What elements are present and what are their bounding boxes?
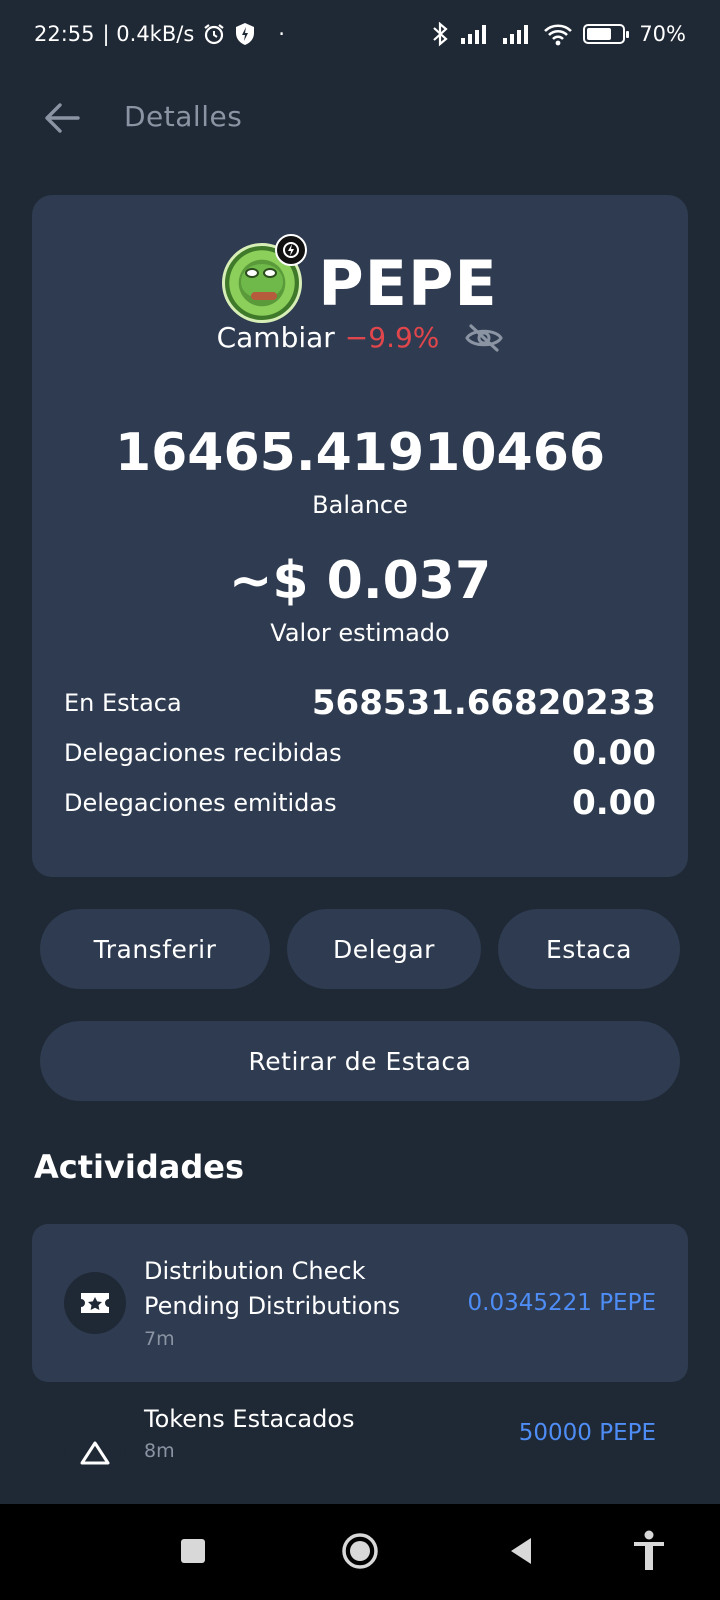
stat-value: 0.00 [572, 783, 656, 823]
shield-icon [234, 22, 256, 46]
ticket-star-icon [64, 1272, 126, 1334]
activity-title: Tokens Estacados [144, 1405, 355, 1433]
token-header: PEPE [32, 234, 688, 323]
circle-icon [342, 1533, 378, 1569]
activity-title: Distribution Check [144, 1257, 366, 1285]
pepe-logo [222, 234, 308, 323]
token-symbol: PEPE [318, 246, 498, 320]
balance-label: Balance [312, 491, 408, 519]
arrow-left-icon [45, 103, 80, 133]
activity-time: 7m [144, 1328, 175, 1350]
stake-button[interactable]: Estaca [498, 909, 680, 989]
stat-row-delegations-received: Delegaciones recibidas 0.00 [64, 733, 656, 773]
status-bar: 22:55 | 0.4kB/s · 70% [0, 0, 720, 68]
accessibility-button[interactable] [624, 1526, 674, 1576]
stat-label: En Estaca [64, 689, 182, 717]
triangle-icon [64, 1422, 126, 1484]
balance-value: 16465.41910466 [114, 423, 606, 483]
delegate-button[interactable]: Delegar [287, 909, 481, 989]
wifi-icon [543, 22, 573, 46]
activity-item[interactable]: Tokens Estacados 8m 50000 PEPE [32, 1382, 688, 1500]
alarm-icon [202, 22, 226, 46]
network-speed: | 0.4kB/s [102, 22, 195, 46]
activity-amount: 50000 PEPE [518, 1420, 656, 1446]
accessibility-icon [634, 1530, 664, 1570]
change-label: Cambiar [216, 321, 335, 354]
estimated-value: ~$ 0.037 [228, 551, 492, 611]
eye-off-icon [465, 323, 504, 352]
stat-row-staked: En Estaca 568531.66820233 [64, 683, 656, 723]
status-time: 22:55 [34, 22, 95, 46]
stat-value: 568531.66820233 [311, 683, 656, 723]
transfer-button[interactable]: Transferir [40, 909, 270, 989]
page-title: Detalles [124, 100, 243, 133]
bluetooth-icon [431, 21, 449, 47]
square-icon [181, 1539, 205, 1563]
battery-percent: 70% [639, 22, 686, 46]
hide-balance-button[interactable] [465, 323, 504, 353]
stat-label: Delegaciones emitidas [64, 789, 337, 817]
activities-title: Actividades [34, 1148, 244, 1186]
recents-button[interactable] [168, 1526, 218, 1576]
system-nav-bar [0, 1504, 720, 1600]
token-card: PEPE Cambiar −9.9% 16465.41910466 Balanc… [32, 195, 688, 877]
activity-amount: 0.0345221 PEPE [467, 1290, 657, 1316]
status-dot: · [278, 22, 285, 46]
home-button[interactable] [335, 1526, 385, 1576]
change-value: −9.9% [344, 321, 440, 354]
signal-2-icon [501, 23, 533, 45]
back-nav-button[interactable] [496, 1526, 546, 1576]
activity-item[interactable]: Distribution Check Pending Distributions… [32, 1224, 688, 1382]
signal-icon [459, 23, 491, 45]
change-row: Cambiar −9.9% [32, 321, 688, 354]
unstake-button[interactable]: Retirar de Estaca [40, 1021, 680, 1101]
activity-subtitle: Pending Distributions [144, 1292, 401, 1320]
activity-time: 8m [144, 1440, 175, 1462]
triangle-back-icon [511, 1538, 531, 1564]
back-button[interactable] [38, 94, 86, 142]
estimated-label: Valor estimado [270, 619, 450, 647]
stat-label: Delegaciones recibidas [64, 739, 342, 767]
app-bar: Detalles [0, 80, 720, 152]
stat-row-delegations-issued: Delegaciones emitidas 0.00 [64, 783, 656, 823]
battery-icon [583, 24, 630, 44]
chain-badge-icon [275, 234, 308, 266]
stat-value: 0.00 [572, 733, 656, 773]
